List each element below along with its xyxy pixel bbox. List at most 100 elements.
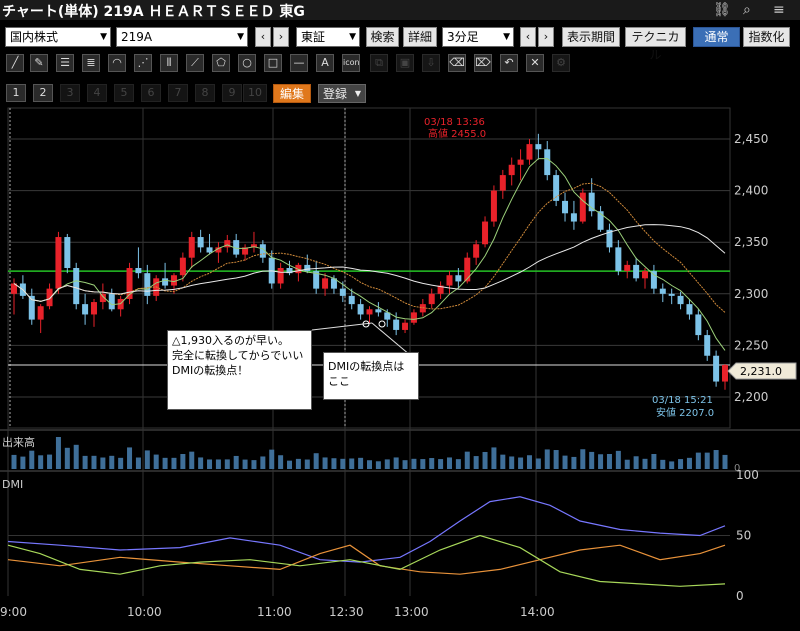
volume-bar	[589, 451, 595, 469]
candle-body	[46, 288, 53, 307]
volume-bar	[518, 457, 524, 469]
volume-bar	[642, 458, 648, 469]
volume-bar	[500, 454, 506, 469]
volume-bar	[509, 456, 515, 469]
volume-bar	[606, 453, 612, 469]
candle-body	[135, 268, 142, 274]
volume-bar	[633, 456, 639, 469]
volume-bar	[429, 458, 435, 469]
volume-bar	[269, 449, 275, 469]
candle-body	[624, 264, 631, 272]
candle-body	[410, 312, 417, 323]
time-tick-label: 14:00	[520, 605, 555, 619]
note-box-2[interactable]: DMIの転換点は ここ	[323, 352, 419, 400]
candle-body	[686, 304, 693, 315]
note1-line-2: 完全に転換してからでいい	[172, 349, 304, 362]
volume-bar	[295, 458, 301, 469]
volume-bar	[384, 459, 390, 469]
volume-bar	[340, 458, 346, 469]
high-label: 03/18 13:36	[424, 117, 485, 128]
volume-bar	[100, 457, 106, 469]
volume-bar	[260, 456, 266, 469]
volume-bar	[562, 455, 568, 469]
dmi-label: DMI	[2, 478, 23, 491]
candle-body	[713, 355, 720, 382]
candle-body	[695, 314, 702, 336]
candle-body	[402, 322, 409, 330]
note2-line-1: DMIの転換点は	[328, 360, 405, 373]
volume-bar	[420, 459, 426, 469]
candle-body	[704, 335, 711, 356]
candle-body	[473, 244, 480, 258]
candle-body	[428, 293, 435, 305]
price-tick-label: 2,250	[734, 338, 768, 352]
volume-bar	[47, 454, 53, 469]
candle-body	[633, 264, 640, 279]
candle-body	[722, 365, 728, 382]
volume-bar	[526, 455, 532, 469]
candle-body	[499, 175, 506, 191]
volume-bar	[38, 455, 44, 469]
volume-bar	[207, 459, 213, 469]
price-tick-label: 2,200	[734, 390, 768, 404]
chart-canvas[interactable]: 2,450 2,400 2,350 2,300 2,250 2,200 9:00 10:00 1…	[0, 0, 800, 631]
candle-body	[419, 304, 426, 313]
current-price-value: 2,231.0	[740, 365, 782, 378]
volume-bar	[660, 459, 666, 469]
volume-bar	[571, 456, 577, 469]
volume-bar	[473, 456, 479, 469]
candle-body	[446, 275, 453, 286]
volume-bar	[11, 454, 17, 469]
dmi-tick-label: 50	[736, 529, 751, 543]
candle-body	[224, 240, 231, 248]
note-box-1[interactable]: △1,930入るのが早い。 完全に転換してからでいい DMIの転換点！	[167, 330, 312, 410]
candle-body	[206, 247, 213, 253]
candle-body	[455, 275, 462, 282]
volume-bar	[455, 459, 461, 469]
note1-line-3: DMIの転換点！	[172, 364, 249, 377]
candle-body	[490, 190, 497, 222]
low-value: 安値 2207.0	[656, 406, 714, 419]
candle-body	[144, 273, 151, 296]
volume-bar	[251, 460, 257, 469]
candle-body	[535, 144, 542, 150]
volume-bar	[322, 457, 328, 469]
volume-bar	[242, 459, 248, 469]
volume-bar	[153, 454, 159, 469]
candle-body	[659, 288, 666, 294]
volume-bar	[375, 461, 381, 469]
volume-bar	[704, 452, 710, 469]
volume-bar	[482, 451, 488, 469]
candle-body	[64, 237, 71, 268]
candle-body	[482, 221, 489, 245]
volume-bar	[278, 455, 284, 469]
candle-body	[188, 237, 195, 258]
volume-bar	[109, 455, 115, 469]
volume-label: 出来高	[2, 435, 35, 449]
volume-bar	[349, 458, 355, 469]
time-tick-label: 13:00	[394, 605, 429, 619]
pdi-line	[7, 496, 726, 563]
time-tick-label: 11:00	[257, 605, 292, 619]
volume-bar	[464, 451, 470, 469]
volume-bar	[615, 450, 621, 469]
candle-body	[348, 295, 355, 305]
time-tick-label: 12:30	[329, 605, 364, 619]
candle-body	[570, 213, 577, 222]
candle-body	[73, 268, 80, 305]
candle-body	[517, 159, 524, 165]
candle-body	[544, 149, 551, 176]
candle-body	[322, 278, 329, 289]
candle-body	[615, 247, 622, 272]
volume-bar	[287, 460, 293, 469]
candle-body	[668, 293, 675, 296]
candle-body	[277, 268, 284, 284]
volume-bar	[446, 457, 452, 469]
candle-body	[508, 164, 515, 176]
high-value: 高値 2455.0	[428, 127, 486, 140]
note1-line-1: △1,930入るのが早い。	[172, 334, 289, 347]
volume-bar	[73, 444, 79, 469]
marker-point	[378, 320, 386, 328]
volume-bar	[189, 451, 195, 469]
candle-body	[642, 271, 649, 279]
